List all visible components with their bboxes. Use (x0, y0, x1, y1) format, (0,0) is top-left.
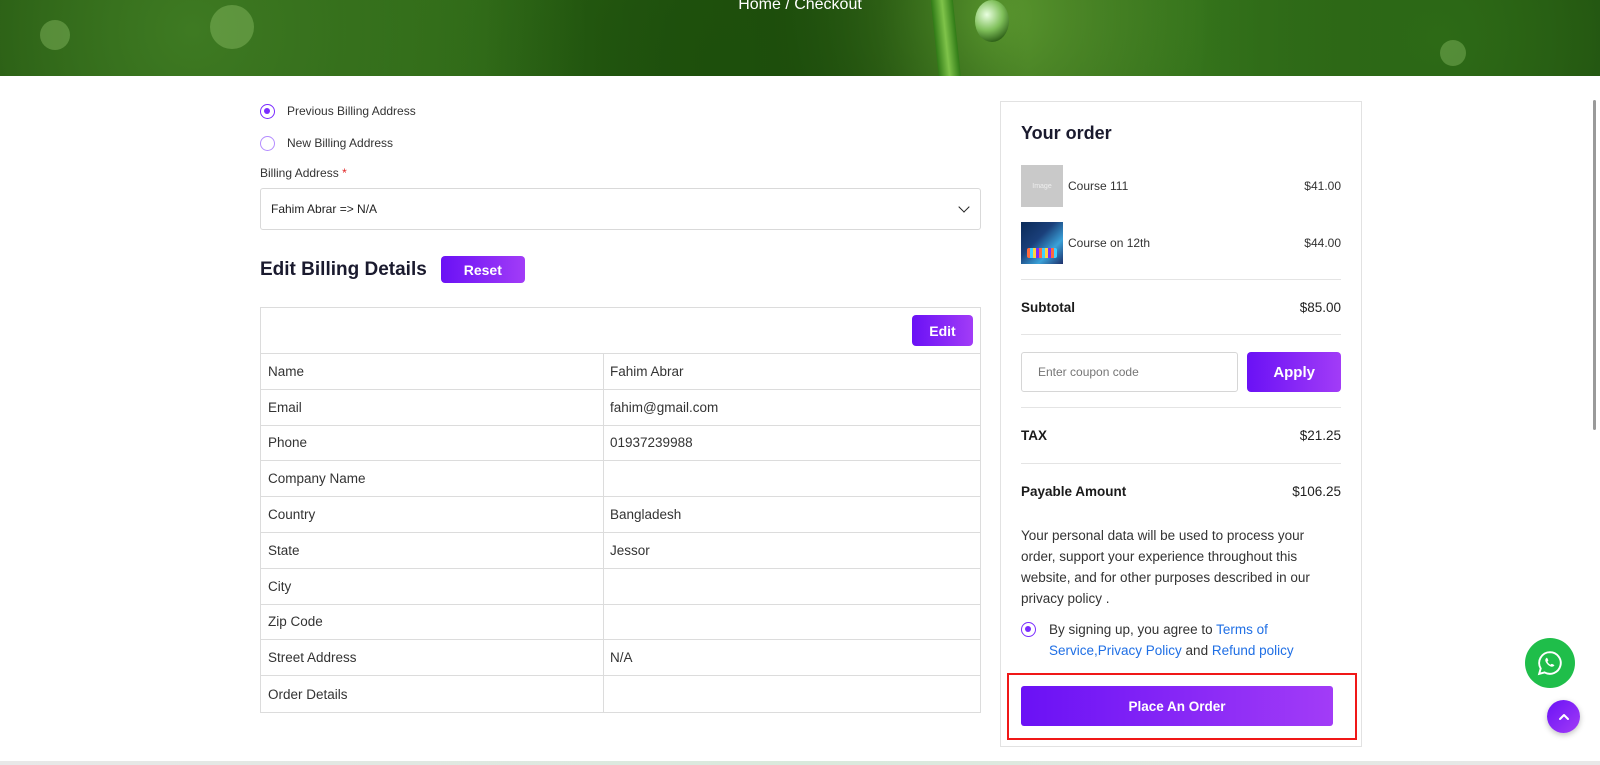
order-item: Image Course 111 $41.00 (1021, 165, 1341, 207)
edit-billing-title: Edit Billing Details (260, 258, 427, 280)
scroll-to-top-button[interactable] (1547, 700, 1580, 733)
table-row: Name Fahim Abrar (261, 354, 980, 390)
field-name: Email (261, 389, 604, 425)
coupon-input[interactable] (1021, 352, 1239, 392)
hero-bokeh (40, 20, 70, 50)
order-summary: Your order Image Course 111 $41.00 Cours… (1000, 101, 1362, 747)
radio-checked-icon[interactable] (260, 103, 275, 119)
billing-section: Previous Billing Address New Billing Add… (260, 100, 982, 713)
whatsapp-icon (1537, 651, 1562, 676)
course-thumbnail (1021, 222, 1063, 264)
hero-bokeh (1440, 40, 1466, 66)
course-price: $41.00 (1304, 179, 1341, 193)
edit-button[interactable]: Edit (912, 315, 973, 346)
subtotal-row: Subtotal $85.00 (1021, 280, 1341, 334)
whatsapp-button[interactable] (1525, 638, 1575, 688)
terms-radio[interactable] (1021, 622, 1036, 637)
payable-label: Payable Amount (1021, 484, 1127, 499)
billing-address-value: Fahim Abrar => N/A (271, 202, 378, 216)
subtotal-label: Subtotal (1021, 299, 1075, 315)
field-value: fahim@gmail.com (610, 399, 719, 415)
terms-agreement: By signing up, you agree to Terms of Ser… (1021, 619, 1341, 661)
field-name: Street Address (261, 640, 604, 676)
field-value: Bangladesh (610, 507, 682, 523)
field-value: 01937239988 (610, 435, 693, 451)
table-row: State Jessor (261, 532, 980, 569)
coupon-row: Apply (1021, 352, 1341, 392)
field-name: State (261, 532, 604, 568)
previous-billing-option[interactable]: Previous Billing Address (260, 100, 982, 122)
table-row: Zip Code (261, 604, 980, 641)
refund-policy-link[interactable]: Refund policy (1212, 643, 1294, 658)
table-row: Company Name (261, 461, 980, 498)
billing-details-table: Edit Name Fahim Abrar Email fahim@gmail.com… (260, 307, 981, 713)
order-title: Your order (1021, 123, 1112, 143)
breadcrumb: Home / Checkout (738, 0, 862, 13)
table-row: Email fahim@gmail.com (261, 389, 980, 426)
table-row: Phone 01937239988 (261, 425, 980, 462)
previous-billing-label: Previous Billing Address (287, 104, 416, 118)
privacy-notice: Your personal data will be used to proce… (1021, 528, 1310, 606)
field-value (604, 676, 980, 712)
subtotal-value: $85.00 (1299, 299, 1341, 315)
privacy-policy-link[interactable]: ,Privacy Policy (1094, 643, 1182, 658)
billing-address-select[interactable]: Fahim Abrar => N/A (260, 188, 981, 230)
payable-row: Payable Amount $106.25 (1021, 464, 1341, 519)
radio-unchecked-icon[interactable] (260, 135, 275, 151)
apply-coupon-button[interactable]: Apply (1247, 352, 1341, 392)
field-value: Jessor (610, 542, 650, 558)
course-name: Course 111 (1068, 179, 1129, 193)
billing-address-label-text: Billing Address (260, 166, 339, 180)
hero-banner: Home / Checkout (0, 0, 1600, 76)
tax-value: $21.25 (1299, 428, 1341, 443)
table-row: Order Details (261, 676, 980, 712)
divider (1021, 334, 1341, 335)
new-billing-label: New Billing Address (287, 136, 394, 150)
tax-label: TAX (1021, 428, 1047, 443)
field-name: City (261, 568, 604, 604)
order-item: Course on 12th $44.00 (1021, 222, 1341, 264)
table-row: Country Bangladesh (261, 497, 980, 533)
reset-button[interactable]: Reset (440, 256, 525, 283)
billing-address-label: Billing Address * (260, 166, 982, 180)
course-price: $44.00 (1304, 236, 1341, 250)
chevron-down-icon (958, 201, 970, 213)
field-name: Phone (261, 425, 604, 461)
table-row: Street Address N/A (261, 640, 980, 677)
edit-billing-header: Edit Billing Details Reset (260, 256, 982, 283)
terms-text: By signing up, you agree to Terms of Ser… (1049, 619, 1341, 661)
agree-and: and (1181, 643, 1212, 658)
new-billing-option[interactable]: New Billing Address (260, 132, 982, 154)
arrow-up-icon (1558, 713, 1569, 720)
page-scrollbar[interactable] (1593, 100, 1596, 430)
place-order-button[interactable]: Place An Order (1021, 686, 1333, 726)
course-thumbnail: Image (1021, 165, 1063, 207)
table-toolbar: Edit (261, 308, 980, 354)
tax-row: TAX $21.25 (1021, 408, 1341, 463)
field-name: Company Name (261, 461, 604, 497)
footer-edge (0, 761, 1600, 765)
agree-prefix: By signing up, you agree to (1049, 622, 1217, 637)
required-mark: * (342, 166, 347, 180)
table-row: City (261, 568, 980, 605)
field-value: Fahim Abrar (610, 363, 684, 379)
course-name: Course on 12th (1068, 236, 1151, 250)
field-name: Order Details (261, 676, 604, 712)
field-value (604, 569, 980, 604)
payable-value: $106.25 (1292, 484, 1341, 499)
field-value (604, 461, 980, 496)
field-name: Zip Code (261, 604, 604, 640)
field-value: N/A (610, 650, 633, 666)
field-name: Country (261, 497, 604, 532)
field-name: Name (261, 354, 604, 389)
field-value (604, 605, 980, 640)
